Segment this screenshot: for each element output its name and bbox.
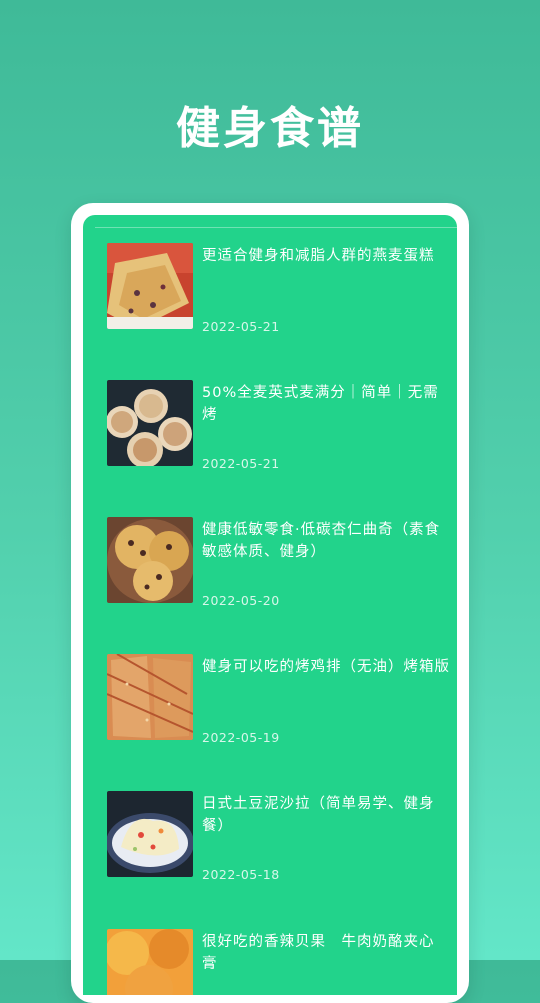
recipe-title: 健身可以吃的烤鸡排（无油）烤箱版: [202, 659, 450, 675]
recipe-title: 50%全麦英式麦满分｜简单｜无需烤: [202, 385, 439, 423]
recipe-thumbnail: [107, 654, 193, 740]
recipe-thumbnail: [107, 517, 193, 603]
phone-frame: 更适合健身和减脂人群的燕麦蛋糕 2022-05-21 50%全麦英式麦满分｜简单…: [71, 203, 469, 1003]
recipe-thumbnail: [107, 791, 193, 877]
recipe-thumbnail: [107, 929, 193, 995]
recipe-list-screen[interactable]: 更适合健身和减脂人群的燕麦蛋糕 2022-05-21 50%全麦英式麦满分｜简单…: [83, 215, 457, 995]
list-item[interactable]: 健康低敏零食·低碳杏仁曲奇（素食敏感体质、健身） 2022-05-20: [83, 489, 457, 608]
recipe-title: 很好吃的香辣贝果 牛肉奶酪夹心 膏: [202, 934, 450, 972]
recipe-date: 2022-05-19: [202, 730, 280, 745]
list-item[interactable]: 更适合健身和减脂人群的燕麦蛋糕 2022-05-21: [83, 215, 457, 334]
list-item[interactable]: 健身可以吃的烤鸡排（无油）烤箱版 2022-05-19: [83, 626, 457, 745]
recipe-date: 2022-05-18: [202, 867, 280, 882]
recipe-date: 2022-05-20: [202, 593, 280, 608]
recipe-title: 日式土豆泥沙拉（简单易学、健身餐）: [202, 796, 435, 834]
recipe-date: 2022-05-21: [202, 456, 280, 471]
list-item[interactable]: 很好吃的香辣贝果 牛肉奶酪夹心 膏: [83, 901, 457, 995]
list-item[interactable]: 50%全麦英式麦满分｜简单｜无需烤 2022-05-21: [83, 352, 457, 471]
recipe-thumbnail: [107, 380, 193, 466]
recipe-thumbnail: [107, 243, 193, 329]
list-item[interactable]: 日式土豆泥沙拉（简单易学、健身餐） 2022-05-18: [83, 763, 457, 882]
recipe-title: 更适合健身和减脂人群的燕麦蛋糕: [202, 248, 435, 264]
page-title: 健身食谱: [176, 103, 364, 154]
recipe-date: 2022-05-21: [202, 319, 280, 334]
recipe-title: 健康低敏零食·低碳杏仁曲奇（素食敏感体质、健身）: [202, 522, 441, 560]
